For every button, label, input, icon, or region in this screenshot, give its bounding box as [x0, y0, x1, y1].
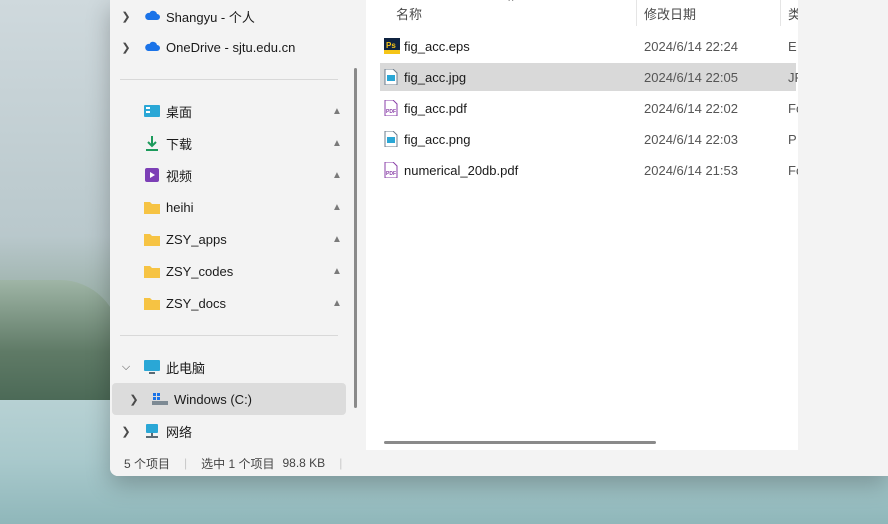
status-separator: | — [339, 456, 343, 470]
file-list-pane: 名称 ˄ 修改日期 类 Ps fig_acc.eps 2024/6/14 22:… — [366, 0, 803, 450]
nav-item-label: 桌面 — [166, 104, 193, 120]
nav-divider — [120, 79, 338, 80]
png-file-icon — [384, 130, 398, 148]
chevron-right-icon[interactable]: ❯ — [118, 41, 134, 54]
pin-icon[interactable]: ▲ — [332, 266, 342, 277]
eps-file-icon: Ps — [384, 38, 400, 54]
nav-item-label: heihi — [166, 199, 194, 215]
computer-icon — [144, 359, 160, 375]
chevron-right-icon[interactable]: ❯ — [118, 10, 134, 23]
download-icon — [144, 135, 160, 151]
column-header-label: 修改日期 — [644, 6, 697, 22]
column-header-modified[interactable]: 修改日期 — [644, 0, 696, 26]
quick-access-zsy-apps[interactable]: ZSY_apps ▲ — [110, 223, 346, 255]
nav-item-label: 下载 — [166, 136, 193, 152]
horizontal-scrollbar[interactable] — [384, 441, 656, 444]
file-modified: 2024/6/14 22:05 — [644, 69, 738, 85]
nav-item-shangyu[interactable]: ❯ Shangyu - 个人 — [110, 0, 346, 32]
folder-icon — [144, 295, 160, 311]
chevron-right-icon[interactable]: ❯ — [126, 393, 142, 406]
quick-access-zsy-codes[interactable]: ZSY_codes ▲ — [110, 255, 346, 287]
file-name: fig_acc.eps — [404, 38, 470, 54]
quick-access-desktop[interactable]: 桌面 ▲ — [110, 95, 346, 127]
pdf-file-icon: PDF — [384, 99, 398, 117]
column-header-label: 名称 — [396, 6, 423, 22]
svg-text:PDF: PDF — [386, 171, 396, 177]
file-modified: 2024/6/14 22:02 — [644, 100, 738, 116]
video-icon — [144, 167, 160, 183]
file-name: fig_acc.png — [404, 131, 471, 147]
nav-item-label: OneDrive - sjtu.edu.cn — [166, 39, 296, 55]
quick-access-downloads[interactable]: 下载 ▲ — [110, 127, 346, 159]
file-row-selected[interactable]: fig_acc.jpg 2024/6/14 22:05 JP — [380, 63, 803, 91]
desktop-wallpaper-hills — [0, 280, 120, 400]
network-icon — [144, 423, 160, 439]
file-name: numerical_20db.pdf — [404, 162, 519, 178]
file-row[interactable]: PDF fig_acc.pdf 2024/6/14 22:02 Fo — [380, 94, 803, 122]
status-selection: 选中 1 个项目 — [201, 456, 275, 471]
file-modified: 2024/6/14 22:03 — [644, 131, 738, 147]
nav-item-label: Shangyu - 个人 — [166, 9, 255, 25]
quick-access-videos[interactable]: 视频 ▲ — [110, 159, 346, 191]
nav-scrollbar[interactable] — [354, 68, 357, 408]
column-header-name[interactable]: 名称 — [396, 0, 422, 26]
pin-icon[interactable]: ▲ — [332, 170, 342, 181]
status-item-count: 5 个项目 — [124, 456, 171, 471]
chevron-right-icon[interactable]: ❯ — [118, 425, 134, 438]
nav-item-this-pc[interactable]: ⌵ 此电脑 — [110, 351, 346, 383]
onedrive-icon — [144, 39, 160, 55]
pin-icon[interactable]: ▲ — [332, 138, 342, 149]
column-separator[interactable] — [636, 0, 637, 26]
status-size: 98.8 KB — [282, 456, 326, 470]
nav-item-label: ZSY_docs — [166, 295, 226, 311]
nav-pane-gutter — [348, 0, 366, 450]
nav-item-onedrive-sjtu[interactable]: ❯ OneDrive - sjtu.edu.cn — [110, 31, 346, 63]
folder-icon — [144, 263, 160, 279]
nav-item-label: 网络 — [166, 424, 193, 440]
file-name: fig_acc.pdf — [404, 100, 467, 116]
file-row[interactable]: Ps fig_acc.eps 2024/6/14 22:24 E — [380, 32, 797, 60]
pin-icon[interactable]: ▲ — [332, 106, 342, 117]
pdf-file-icon: PDF — [384, 161, 398, 179]
pin-icon[interactable]: ▲ — [332, 202, 342, 213]
chevron-down-icon[interactable]: ⌵ — [118, 361, 134, 374]
folder-icon — [144, 231, 160, 247]
details-pane-edge — [798, 0, 888, 450]
column-separator[interactable] — [780, 0, 781, 26]
nav-item-windows-c[interactable]: ❯ Windows (C:) — [112, 383, 346, 415]
svg-text:Ps: Ps — [386, 41, 396, 50]
nav-item-label: ZSY_codes — [166, 263, 234, 279]
status-bar: 5 个项目 | 选中 1 个项目 98.8 KB | — [110, 450, 888, 476]
nav-item-label: Windows (C:) — [174, 391, 253, 407]
folder-icon — [144, 199, 160, 215]
nav-item-label: 视频 — [166, 168, 193, 184]
svg-text:PDF: PDF — [386, 109, 396, 115]
file-modified: 2024/6/14 22:24 — [644, 38, 738, 54]
quick-access-heihi[interactable]: heihi ▲ — [110, 191, 346, 223]
jpg-file-icon — [384, 68, 398, 86]
nav-item-label: 此电脑 — [166, 360, 206, 376]
nav-item-network[interactable]: ❯ 网络 — [110, 415, 346, 447]
navigation-pane: ❯ Shangyu - 个人 ❯ OneDrive - sjtu.edu.cn … — [110, 0, 348, 450]
pin-icon[interactable]: ▲ — [332, 234, 342, 245]
desktop-icon — [144, 103, 160, 119]
file-modified: 2024/6/14 21:53 — [644, 162, 738, 178]
nav-divider — [120, 335, 338, 336]
status-separator: | — [184, 456, 188, 470]
file-row[interactable]: fig_acc.png 2024/6/14 22:03 P — [380, 125, 797, 153]
file-name: fig_acc.jpg — [404, 69, 467, 85]
drive-icon — [152, 391, 168, 407]
nav-item-label: ZSY_apps — [166, 231, 227, 247]
pin-icon[interactable]: ▲ — [332, 298, 342, 309]
file-type: P — [788, 131, 797, 147]
sort-up-icon: ˄ — [508, 0, 514, 5]
onedrive-icon — [144, 8, 160, 24]
file-type: E — [788, 38, 797, 54]
file-row[interactable]: PDF numerical_20db.pdf 2024/6/14 21:53 F… — [380, 156, 803, 184]
file-explorer-window: ❯ Shangyu - 个人 ❯ OneDrive - sjtu.edu.cn … — [110, 0, 888, 476]
quick-access-zsy-docs[interactable]: ZSY_docs ▲ — [110, 287, 346, 319]
